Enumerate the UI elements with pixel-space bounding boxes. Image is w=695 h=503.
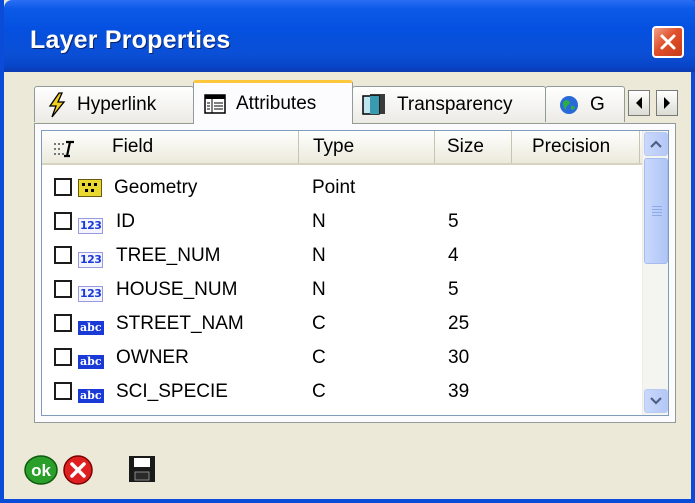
arrow-left-icon (636, 97, 642, 109)
floppy-disk-icon (129, 456, 155, 482)
lightning-icon (47, 91, 67, 118)
field-row[interactable]: Geometry Point (42, 171, 640, 205)
fields-list[interactable]: Field Type Size Precision Geometry Point… (41, 130, 669, 416)
grip-line (652, 209, 662, 210)
field-name: SCI_SPECIE (116, 381, 228, 402)
field-name: TREE_NUM (116, 245, 221, 266)
field-row[interactable]: 123 TREE_NUM N 4 (42, 239, 640, 273)
attributes-panel: Field Type Size Precision Geometry Point… (34, 123, 676, 423)
cancel-button[interactable] (62, 455, 94, 490)
numeric-type-icon: 123 (78, 247, 104, 269)
grip-line (652, 212, 662, 213)
column-header-type[interactable]: Type (299, 131, 435, 163)
layer-properties-window: Layer Properties Hyperlink Attributes Tr… (0, 0, 695, 503)
chevron-up-icon (650, 140, 662, 148)
field-type: N (312, 211, 326, 232)
field-name: HOUSE_NUM (116, 279, 238, 300)
field-size: 5 (448, 211, 459, 232)
geometry-type-icon (78, 179, 102, 203)
numeric-badge: 123 (78, 218, 104, 234)
field-type: C (312, 313, 326, 334)
numeric-type-icon: 123 (78, 213, 104, 235)
tab-geo-label: G (590, 93, 605, 115)
ok-icon: ok (24, 455, 58, 485)
tab-transparency[interactable]: Transparency (352, 86, 546, 122)
numeric-type-icon: 123 (78, 281, 104, 303)
field-name: STREET_NAM (116, 313, 244, 334)
field-name: Geometry (114, 177, 198, 198)
field-row[interactable]: 123 ID N 5 (42, 205, 640, 239)
field-checkbox[interactable] (54, 246, 72, 264)
character-badge: abc (78, 321, 104, 335)
field-checkbox[interactable] (54, 382, 72, 400)
field-size: 4 (448, 245, 459, 266)
field-checkbox[interactable] (54, 178, 72, 196)
vertical-scrollbar[interactable] (642, 131, 668, 415)
tab-geo[interactable]: G (545, 86, 625, 122)
character-badge: abc (78, 355, 104, 369)
field-size: 30 (448, 347, 470, 368)
chevron-down-icon (650, 397, 662, 405)
character-type-icon: abc (78, 349, 104, 371)
column-header-size[interactable]: Size (435, 131, 512, 163)
scroll-up-button[interactable] (644, 132, 668, 156)
ok-button[interactable]: ok (24, 455, 58, 490)
field-checkbox[interactable] (54, 314, 72, 332)
numeric-badge: 123 (78, 252, 104, 268)
ok-label: ok (31, 461, 51, 480)
field-type: N (312, 279, 326, 300)
title-bar[interactable]: Layer Properties (4, 0, 695, 72)
tab-attributes[interactable]: Attributes (193, 80, 353, 124)
column-header-field-label: Field (112, 136, 154, 157)
field-type: C (312, 347, 326, 368)
field-type: Point (312, 177, 356, 198)
column-header-precision[interactable]: Precision (512, 131, 640, 163)
field-row[interactable]: abc SCI_SPECIE C 39 (42, 375, 640, 409)
tab-transparency-label: Transparency (397, 93, 513, 115)
table-icon (204, 93, 226, 114)
numeric-badge: 123 (78, 286, 104, 302)
field-name: OWNER (116, 347, 189, 368)
grip-line (652, 215, 662, 216)
field-row[interactable]: abc STREET_NAM C 25 (42, 307, 640, 341)
tab-scroll-left-button[interactable] (628, 90, 650, 116)
close-icon (660, 34, 676, 50)
field-size: 25 (448, 313, 470, 334)
field-checkbox[interactable] (54, 348, 72, 366)
close-button[interactable] (652, 26, 684, 58)
column-header-field[interactable]: Field (42, 131, 299, 163)
transparency-icon (361, 93, 387, 117)
field-name: ID (116, 211, 135, 232)
scroll-thumb[interactable] (644, 158, 668, 264)
tab-scroll-right-button[interactable] (656, 90, 678, 116)
window-title: Layer Properties (30, 26, 231, 54)
globe-icon (558, 94, 580, 116)
tab-attributes-label: Attributes (236, 92, 317, 114)
list-header: Field Type Size Precision (42, 131, 642, 165)
scroll-down-button[interactable] (644, 389, 668, 413)
field-type: C (312, 381, 326, 402)
character-type-icon: abc (78, 383, 104, 405)
save-button[interactable] (128, 455, 156, 488)
field-size: 39 (448, 381, 470, 402)
cancel-icon (63, 455, 93, 485)
character-badge: abc (78, 389, 104, 403)
tab-hyperlink-label: Hyperlink (77, 93, 157, 115)
field-type: N (312, 245, 326, 266)
field-size: 5 (448, 279, 459, 300)
field-row[interactable]: abc OWNER C 30 (42, 341, 640, 375)
arrow-right-icon (664, 97, 670, 109)
field-column-icon (52, 137, 78, 169)
tab-hyperlink[interactable]: Hyperlink (34, 86, 194, 122)
field-checkbox[interactable] (54, 280, 72, 298)
character-type-icon: abc (78, 315, 104, 337)
field-row[interactable]: 123 HOUSE_NUM N 5 (42, 273, 640, 307)
field-row[interactable] (42, 409, 640, 415)
grip-line (652, 206, 662, 207)
field-checkbox[interactable] (54, 212, 72, 230)
